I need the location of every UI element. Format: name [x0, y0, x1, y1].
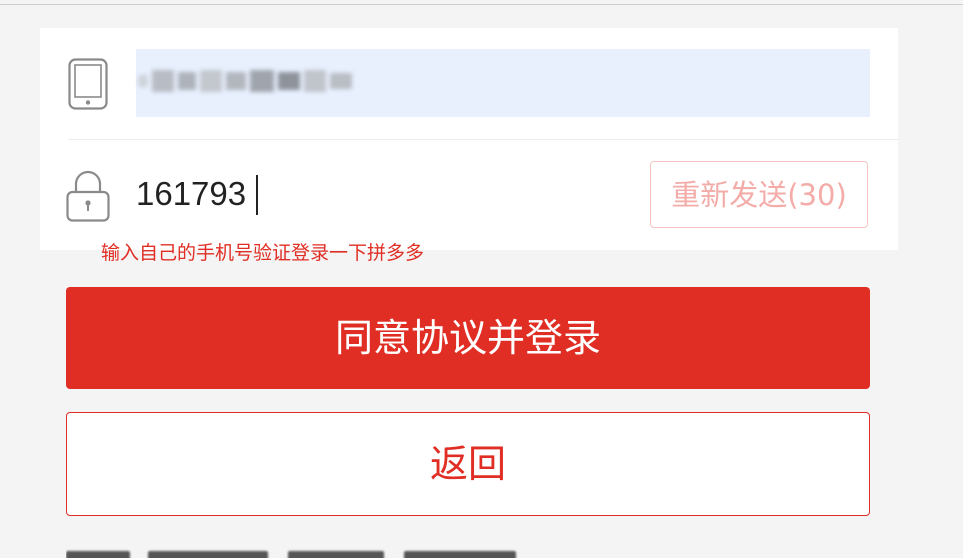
clipped-footer-text [66, 548, 526, 558]
text-caret [256, 175, 258, 215]
form-row-divider [68, 139, 898, 140]
hint-text: 输入自己的手机号验证登录一下拼多多 [101, 242, 425, 264]
back-button[interactable]: 返回 [66, 412, 870, 516]
resend-code-button[interactable]: 重新发送(30) [650, 161, 868, 228]
agree-and-login-button[interactable]: 同意协议并登录 [66, 287, 870, 389]
obscured-phone-number [138, 68, 354, 94]
verification-code-input[interactable] [136, 170, 456, 218]
lock-icon [66, 170, 110, 222]
phone-icon [68, 58, 108, 110]
top-border [0, 4, 963, 5]
